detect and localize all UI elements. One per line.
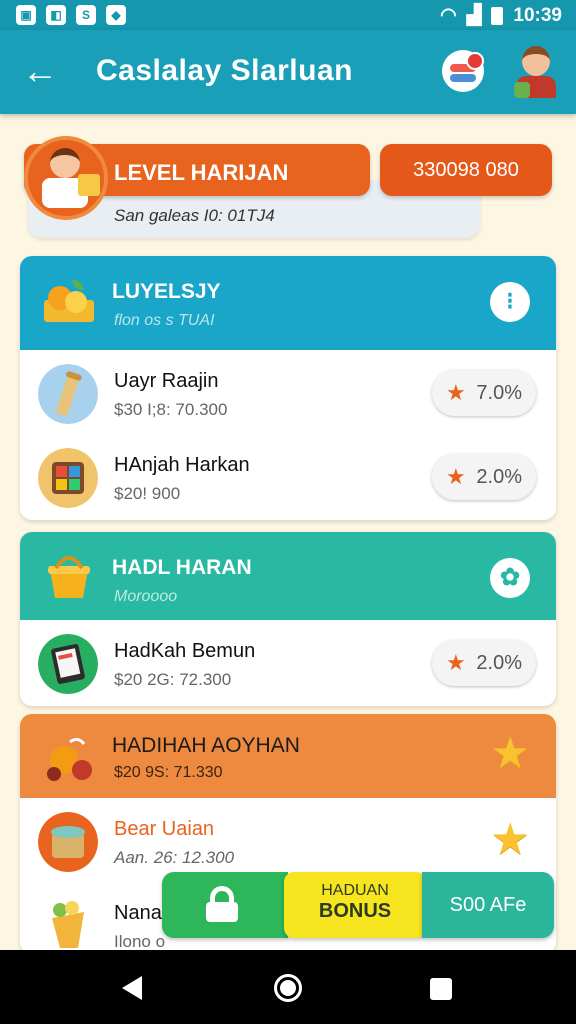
item-value: $30 I;8: 70.300 bbox=[114, 400, 228, 419]
item-name: Uayr Raajin bbox=[114, 370, 219, 392]
pot-icon bbox=[38, 812, 98, 872]
section-header[interactable]: HADIHAH AOYHAN $20 9S: 71.330 ★ bbox=[20, 714, 556, 798]
notification-icon: ▣ bbox=[16, 5, 36, 25]
rate-badge[interactable]: ★ 7.0% bbox=[432, 370, 536, 416]
messaging-icon: S bbox=[76, 5, 96, 25]
section-card: HADL HARAN Moroooo ✿ HadKah Bemun $20 2G… bbox=[20, 532, 556, 706]
nav-back-icon[interactable] bbox=[122, 976, 142, 1000]
wifi-icon: ◠ bbox=[440, 5, 457, 26]
section-title: HADL HARAN bbox=[112, 556, 252, 579]
bonus-label-top: HADUAN bbox=[321, 882, 389, 899]
signal-icon: ▟ bbox=[466, 5, 482, 26]
popcorn-icon bbox=[52, 901, 84, 948]
rate-badge[interactable]: ★ 2.0% bbox=[432, 454, 536, 500]
back-arrow-icon[interactable]: ← bbox=[20, 52, 60, 92]
gift-box-icon bbox=[78, 174, 100, 196]
scroll-icon bbox=[38, 364, 98, 424]
list-item[interactable]: Bear Uaian Aan. 26: 12.300 ★ bbox=[20, 798, 556, 882]
item-name: HadKah Bemun bbox=[114, 640, 256, 662]
level-score-button[interactable]: 330098 080 bbox=[380, 144, 552, 196]
star-icon: ★ bbox=[446, 650, 466, 675]
section-subtitle: Moroooo bbox=[114, 588, 178, 605]
notification-badge bbox=[466, 52, 484, 70]
item-value: Ilono o bbox=[114, 932, 166, 951]
star-icon: ★ bbox=[446, 464, 466, 489]
item-value: $20 2G: 72.300 bbox=[114, 670, 232, 689]
section-header[interactable]: HADL HARAN Moroooo ✿ bbox=[20, 532, 556, 620]
section-subtitle: flon os s TUAI bbox=[114, 312, 215, 329]
status-icons-left: ▣ ◧ S ◆ bbox=[16, 5, 126, 25]
action-bar: HADUAN BONUS S00 AFe bbox=[162, 872, 554, 938]
star-icon[interactable]: ★ bbox=[491, 730, 530, 778]
page-title: Caslalay Slarluan bbox=[96, 54, 353, 87]
gift-icon[interactable]: ✿ bbox=[490, 558, 530, 598]
item-value: Aan. 26: 12.300 bbox=[114, 848, 235, 867]
bonus-label: BONUS bbox=[318, 900, 392, 922]
battery-icon bbox=[491, 6, 504, 25]
nav-home-icon[interactable] bbox=[274, 974, 302, 1002]
character-face-icon bbox=[50, 148, 80, 178]
fruit-basket-icon bbox=[44, 280, 94, 322]
rate-badge[interactable]: ★ 2.0% bbox=[432, 640, 536, 686]
lock-icon bbox=[206, 886, 238, 922]
section-card: LUYELSJY flon os s TUAI ⁝ Uayr Raajin $3… bbox=[20, 256, 556, 520]
rate-value: 2.0% bbox=[476, 652, 522, 674]
level-title: LEVEL HARIJAN bbox=[114, 160, 289, 185]
item-name: Bear Uaian bbox=[114, 818, 215, 840]
star-icon[interactable]: ★ bbox=[491, 816, 530, 864]
list-item[interactable]: HadKah Bemun $20 2G: 72.300 ★ 2.0% bbox=[20, 620, 556, 704]
section-subtitle: $20 9S: 71.330 bbox=[114, 764, 223, 781]
section-header[interactable]: LUYELSJY flon os s TUAI ⁝ bbox=[20, 256, 556, 350]
list-item[interactable]: Uayr Raajin $30 I;8: 70.300 ★ 7.0% bbox=[20, 350, 556, 434]
basket-icon bbox=[48, 556, 90, 598]
status-time: 10:39 bbox=[513, 4, 562, 26]
item-value: $20! 900 bbox=[114, 484, 181, 503]
lock-body-icon bbox=[206, 902, 238, 922]
avatar-head-icon bbox=[522, 46, 550, 76]
level-card: LEVEL HARIJAN 330098 080 San galeas I0: … bbox=[24, 136, 552, 240]
toy-icon bbox=[47, 737, 92, 781]
unlock-button[interactable] bbox=[162, 872, 288, 938]
list-item[interactable]: HAnjah Harkan $20! 900 ★ 2.0% bbox=[20, 434, 556, 518]
amount-button[interactable]: S00 AFe bbox=[422, 872, 554, 938]
system-navigation-bar bbox=[0, 950, 576, 1024]
avatar[interactable] bbox=[514, 44, 558, 100]
bonus-button[interactable]: HADUAN BONUS bbox=[284, 872, 426, 938]
section-title: HADIHAH AOYHAN bbox=[112, 734, 300, 757]
rate-value: 7.0% bbox=[476, 382, 522, 404]
item-name: HAnjah Harkan bbox=[114, 454, 250, 476]
level-subtitle: San galeas I0: 01TJ4 bbox=[114, 206, 275, 225]
notification-bar-icon bbox=[450, 74, 476, 82]
game-board-icon bbox=[38, 448, 98, 508]
app-notification-icon: ◧ bbox=[46, 5, 66, 25]
nav-recents-icon[interactable] bbox=[430, 978, 452, 1000]
section-title: LUYELSJY bbox=[112, 280, 221, 303]
character-icon bbox=[24, 136, 108, 220]
chat-icon[interactable]: ⁝ bbox=[490, 282, 530, 322]
app-bar: ← Caslalay Slarluan bbox=[0, 30, 576, 114]
star-icon: ★ bbox=[446, 380, 466, 405]
avatar-bag-icon bbox=[514, 82, 530, 98]
rate-value: 2.0% bbox=[476, 466, 522, 488]
status-icons-right: ◠ ▟ 10:39 bbox=[440, 4, 562, 27]
shield-notification-icon: ◆ bbox=[106, 5, 126, 25]
status-bar: ▣ ◧ S ◆ ◠ ▟ 10:39 bbox=[0, 0, 576, 30]
tablet-icon bbox=[38, 634, 98, 694]
